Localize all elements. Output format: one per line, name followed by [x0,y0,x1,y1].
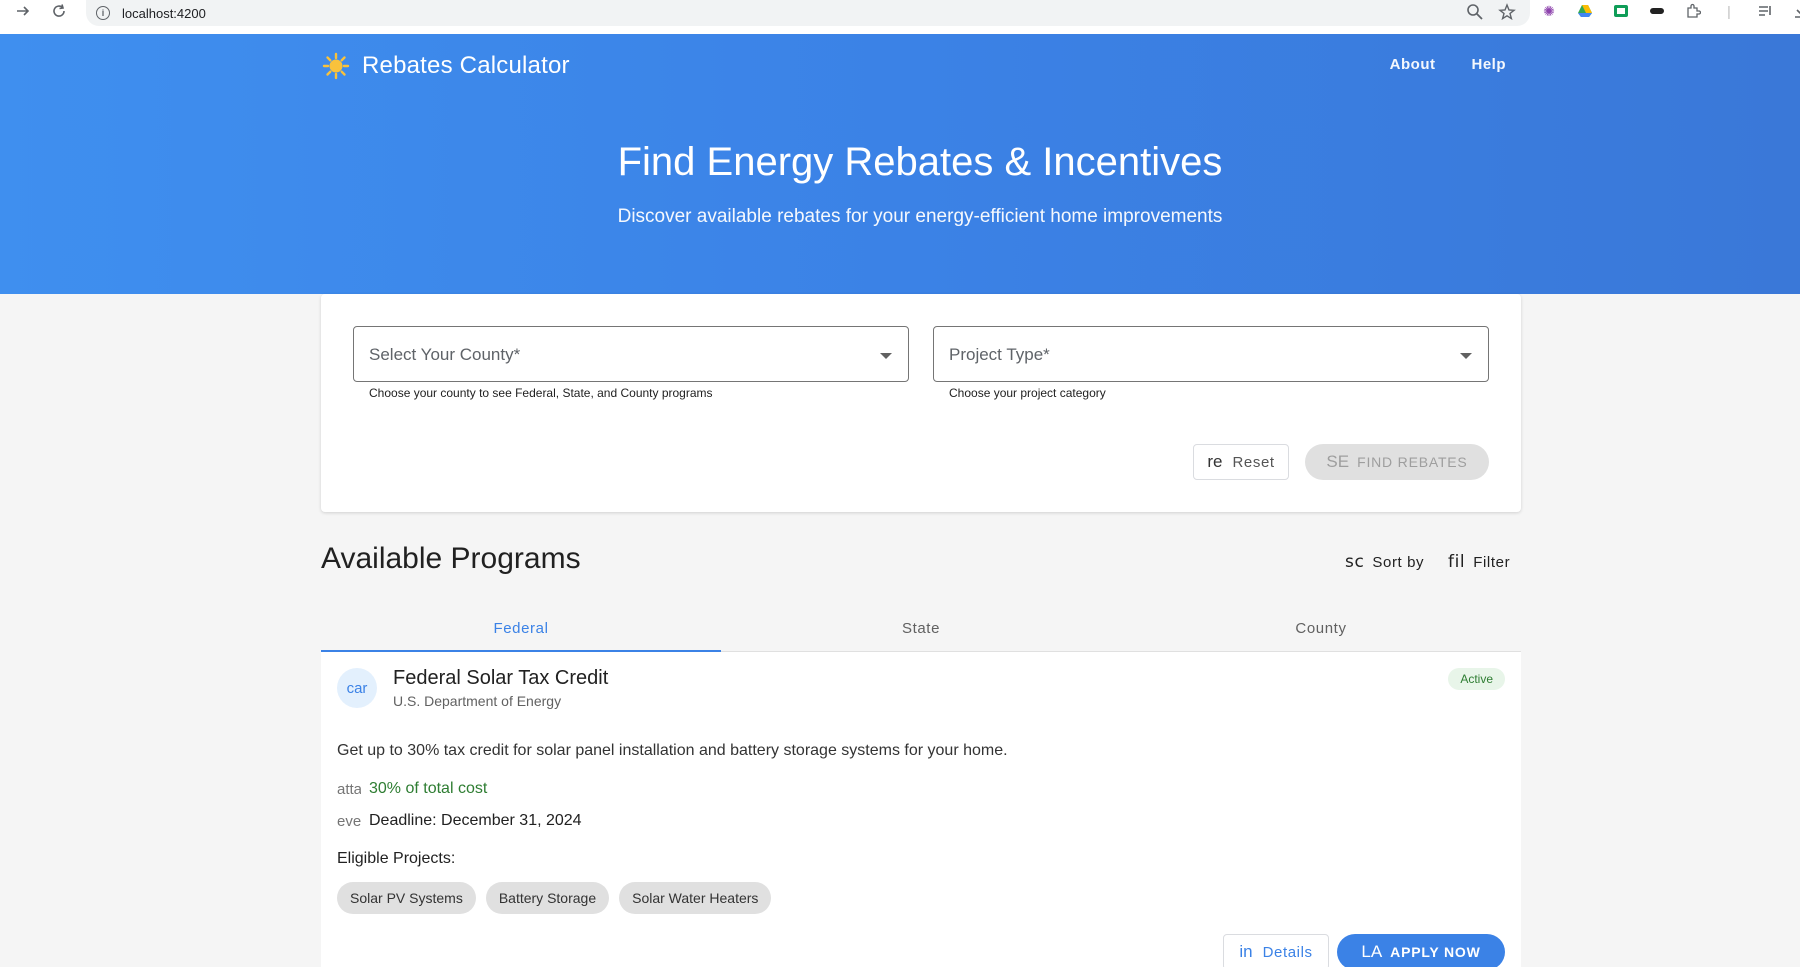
amount-value: 30% of total cost [369,780,488,797]
filter-button-label: Filter [1473,553,1511,571]
reset-button-label: Reset [1232,453,1275,471]
nav-about-link[interactable]: About [1390,56,1436,73]
sort-icon: sc [1345,552,1365,572]
county-select-placeholder: Select Your County* [369,345,521,364]
search-form-card: Select Your County* Choose your county t… [321,294,1521,512]
details-button[interactable]: in Details [1223,934,1329,967]
nav-help-link[interactable]: Help [1471,56,1506,73]
info-icon[interactable]: i [96,6,110,20]
county-hint: Choose your county to see Federal, State… [369,386,713,400]
hero-title: Find Energy Rebates & Incentives [617,140,1223,184]
filter-button[interactable]: fil Filter [1448,552,1510,572]
apply-now-label: APPLY NOW [1390,944,1481,960]
hero-subtitle: Discover available rebates for your ener… [617,206,1223,227]
reload-icon[interactable] [48,0,70,22]
program-card: car Federal Solar Tax Credit U.S. Depart… [321,652,1521,967]
top-nav: About Help [1390,56,1506,73]
address-bar[interactable]: i localhost:4200 [86,0,1530,26]
eligible-projects-list: Solar PV Systems Battery Storage Solar W… [337,882,772,914]
reset-button[interactable]: re Reset [1193,444,1289,480]
bookmark-star-icon[interactable] [1498,3,1516,26]
brand-title: Rebates Calculator [362,52,570,79]
extensions-icon[interactable] [1684,2,1702,20]
program-description: Get up to 30% tax credit for solar panel… [337,742,1008,759]
deadline-row: event Deadline: December 31, 2024 [337,812,582,830]
sun-icon [322,52,350,80]
puzzle-extension-icon[interactable]: ✺ [1540,2,1558,20]
url-text: localhost:4200 [122,5,206,21]
refresh-icon: re [1207,452,1223,471]
project-chip[interactable]: Solar Water Heaters [619,882,772,914]
sort-button[interactable]: sc Sort by [1345,552,1424,572]
sort-button-label: Sort by [1372,553,1425,571]
program-tabs: Federal State County [321,606,1521,652]
browser-toolbar: i localhost:4200 ✺ | [0,0,1800,34]
program-avatar: car [337,668,377,708]
project-chip[interactable]: Battery Storage [485,882,610,914]
divider-icon: | [1727,3,1731,19]
project-type-placeholder: Project Type* [949,345,1050,364]
programs-title: Available Programs [321,542,581,575]
details-button-label: Details [1262,943,1313,961]
event-icon: event [337,812,361,830]
drive-icon[interactable] [1576,2,1594,20]
download-icon[interactable] [1792,2,1800,20]
search-icon: SE [1326,452,1350,471]
tab-federal[interactable]: Federal [321,606,721,652]
info-icon: in [1239,942,1253,961]
attach-money-icon: attach [337,780,361,798]
county-select[interactable]: Select Your County* [353,326,909,382]
hero-banner: Rebates Calculator About Help Find Energ… [0,34,1800,294]
project-type-select[interactable]: Project Type* [933,326,1489,382]
find-rebates-label: FIND REBATES [1357,454,1468,470]
deadline-value: Deadline: December 31, 2024 [369,812,582,829]
find-rebates-button[interactable]: SE FIND REBATES [1305,444,1489,480]
launch-icon: LA [1361,942,1383,961]
program-agency: U.S. Department of Energy [393,693,562,709]
zoom-icon[interactable] [1466,3,1484,26]
extensions-bar: ✺ | [1540,2,1800,20]
amount-row: attach 30% of total cost [337,780,487,798]
tab-state[interactable]: State [721,606,1121,651]
reading-list-icon[interactable] [1756,2,1774,20]
program-title: Federal Solar Tax Credit [393,667,609,689]
chevron-down-icon [880,353,892,359]
tab-county[interactable]: County [1121,606,1521,651]
pill-extension-icon[interactable] [1648,2,1666,20]
project-type-hint: Choose your project category [949,386,1106,400]
apply-now-button[interactable]: LA APPLY NOW [1337,934,1505,967]
filter-icon: fil [1448,552,1466,572]
sheets-icon[interactable] [1612,2,1630,20]
brand[interactable]: Rebates Calculator [322,52,570,80]
back-arrow-icon[interactable] [12,0,34,22]
chevron-down-icon [1460,353,1472,359]
project-chip[interactable]: Solar PV Systems [337,882,476,914]
status-badge: Active [1448,668,1505,690]
eligible-projects-label: Eligible Projects: [337,850,456,867]
